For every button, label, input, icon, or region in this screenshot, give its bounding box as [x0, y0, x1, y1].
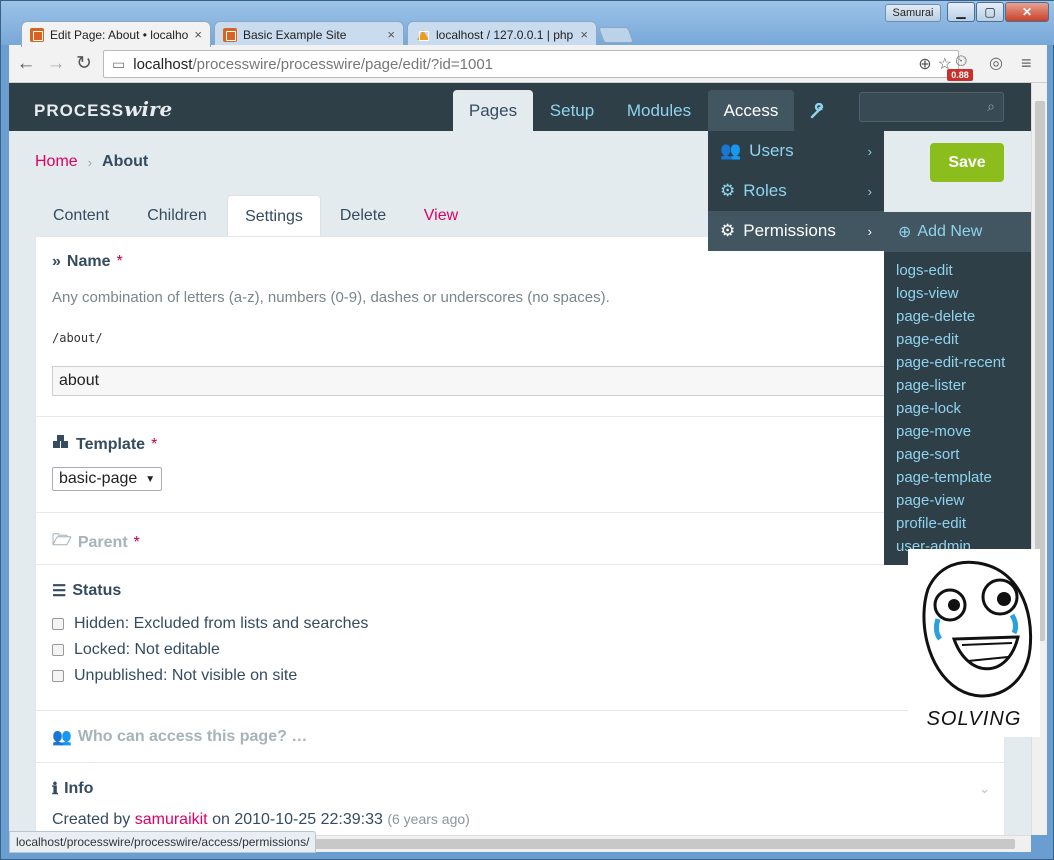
close-tab-icon[interactable]: × — [580, 27, 588, 42]
chevron-right-icon: › — [87, 154, 93, 170]
browser-toolbar: ← → ↻ ▭ localhost/processwire/processwir… — [9, 45, 1047, 83]
back-arrow-icon[interactable]: ← — [15, 53, 37, 75]
chevron-down-icon[interactable]: ⌄ — [979, 781, 990, 797]
menu-item-roles[interactable]: ⚙ Roles › — [708, 171, 884, 211]
tab-delete[interactable]: Delete — [329, 195, 397, 237]
access-field[interactable]: 👥 Who can access this page? … — [36, 711, 1006, 763]
save-button[interactable]: Save — [930, 143, 1004, 182]
permissions-submenu: ⊕ Add New logs-edit logs-view page-delet… — [884, 212, 1031, 565]
close-tab-icon[interactable]: × — [194, 27, 202, 42]
address-bar[interactable]: ▭ localhost/processwire/processwire/page… — [103, 50, 959, 78]
nav-pages[interactable]: Pages — [453, 90, 533, 131]
breadcrumb-home[interactable]: Home — [35, 153, 78, 171]
name-description: Any combination of letters (a-z), number… — [52, 289, 610, 306]
author-link[interactable]: samuraikit — [135, 811, 208, 828]
dropdown-arrow-icon: ▼ — [145, 473, 156, 485]
menu-item-permissions[interactable]: ⚙ Permissions › — [708, 211, 884, 251]
page-viewport: PROCESSwire Pages Setup Modules Access ⌕… — [9, 83, 1031, 835]
permission-item[interactable]: page-move — [884, 420, 1031, 443]
permission-item[interactable]: page-lock — [884, 397, 1031, 420]
tab-view[interactable]: View — [409, 195, 473, 237]
user-badge[interactable]: Samurai — [885, 4, 941, 22]
template-select[interactable]: basic-page ▼ — [52, 467, 163, 491]
extension-icon[interactable]: ◎ — [989, 53, 1003, 73]
parent-field[interactable]: 🗁 Parent * — [36, 513, 1006, 565]
permission-item[interactable]: page-delete — [884, 305, 1031, 328]
status-field: ☰ Status Hidden: Excluded from lists and… — [36, 565, 1006, 711]
permission-item[interactable]: page-lister — [884, 374, 1031, 397]
permission-item[interactable]: page-edit — [884, 328, 1031, 351]
name-input[interactable]: about — [52, 366, 912, 396]
tab-content[interactable]: Content — [39, 195, 123, 237]
gears-icon: ⚙ — [720, 181, 736, 200]
search-icon: ⌕ — [987, 98, 995, 114]
nav-modules[interactable]: Modules — [615, 90, 703, 131]
tab-edit-page[interactable]: Edit Page: About • localhost × — [21, 21, 211, 47]
tab-phpmyadmin[interactable]: localhost / 127.0.0.1 | phpMyAdmin × — [407, 21, 597, 47]
browser-window: Edit Page: About • localhost × Basic Exa… — [0, 0, 1054, 860]
tab-basic-example[interactable]: Basic Example Site × — [214, 21, 404, 47]
nav-access[interactable]: Access — [708, 90, 794, 131]
info-icon: ℹ — [52, 781, 59, 798]
maximize-button[interactable]: ▢ — [976, 2, 1004, 22]
permission-item[interactable]: page-template — [884, 466, 1031, 489]
gear-icon: ⚙ — [720, 221, 736, 240]
sliders-icon: ☰ — [52, 583, 67, 600]
processwire-logo[interactable]: PROCESSwire — [34, 97, 172, 121]
chevron-right-icon: › — [867, 143, 872, 159]
status-url-bar: localhost/processwire/processwire/access… — [9, 831, 317, 853]
add-new-permission[interactable]: ⊕ Add New — [884, 212, 1031, 252]
zoom-icon[interactable]: ⊕ — [918, 54, 931, 74]
status-locked-checkbox[interactable]: Locked: Not editable — [52, 641, 220, 659]
nav-setup[interactable]: Setup — [539, 90, 605, 131]
page-icon: ▭ — [112, 55, 126, 72]
new-tab-button[interactable] — [598, 27, 634, 43]
breadcrumb: Home › About — [35, 153, 148, 171]
search-input[interactable]: ⌕ — [859, 92, 1004, 122]
phpmyadmin-favicon-icon — [416, 28, 430, 42]
users-icon: 👥 — [52, 729, 72, 746]
close-tab-icon[interactable]: × — [387, 27, 395, 42]
meme-overlay: SOLVING — [908, 549, 1040, 737]
double-chevron-icon: » — [52, 253, 61, 270]
chevron-right-icon: › — [867, 223, 872, 239]
close-window-button[interactable]: ✕ — [1005, 2, 1049, 22]
forward-arrow-icon[interactable]: → — [45, 53, 67, 75]
plus-circle-icon: ⊕ — [898, 224, 912, 241]
reload-icon[interactable]: ↻ — [73, 53, 95, 75]
users-icon: 👥 — [720, 141, 742, 160]
status-unpublished-checkbox[interactable]: Unpublished: Not visible on site — [52, 667, 297, 685]
info-field: ℹ Info ⌄ Created by samuraikit on 2010-1… — [52, 780, 990, 828]
access-dropdown: 👥 Users › ⚙ Roles › ⚙ Permissions › — [708, 131, 884, 251]
menu-item-users[interactable]: 👥 Users › — [708, 131, 884, 171]
template-field: Template * basic-page ▼ — [36, 417, 1006, 513]
name-field: » Name * Any combination of letters (a-z… — [36, 237, 1006, 417]
permission-item[interactable]: page-sort — [884, 443, 1031, 466]
folder-open-icon: 🗁 — [52, 532, 72, 549]
tab-children[interactable]: Children — [135, 195, 219, 237]
wrench-icon[interactable] — [803, 90, 833, 131]
permission-item[interactable]: profile-edit — [884, 512, 1031, 535]
minimize-button[interactable]: ▁ — [947, 2, 975, 22]
chevron-right-icon: › — [867, 183, 872, 199]
breadcrumb-current: About — [102, 153, 149, 170]
processwire-favicon-icon — [30, 27, 44, 42]
status-hidden-checkbox[interactable]: Hidden: Excluded from lists and searches — [52, 615, 368, 633]
meme-caption: SOLVING — [926, 708, 1022, 730]
extension-badge: 0.88 — [947, 69, 973, 81]
tab-settings[interactable]: Settings — [227, 195, 321, 237]
permission-item[interactable]: logs-view — [884, 282, 1031, 305]
title-bar: Edit Page: About • localhost × Basic Exa… — [1, 1, 1054, 47]
cubes-icon — [52, 435, 70, 454]
menu-icon[interactable]: ≡ — [1021, 53, 1032, 74]
permission-item[interactable]: page-edit-recent — [884, 351, 1031, 374]
name-path: /about/ — [52, 331, 103, 345]
permission-item[interactable]: page-view — [884, 489, 1031, 512]
created-info: Created by samuraikit on 2010-10-25 22:3… — [52, 811, 470, 828]
settings-panel: » Name * Any combination of letters (a-z… — [35, 236, 1006, 835]
permission-item[interactable]: logs-edit — [884, 259, 1031, 282]
permission-list: logs-edit logs-view page-delete page-edi… — [884, 252, 1031, 558]
rage-face-icon — [922, 560, 1033, 698]
processwire-favicon-icon — [223, 27, 237, 42]
